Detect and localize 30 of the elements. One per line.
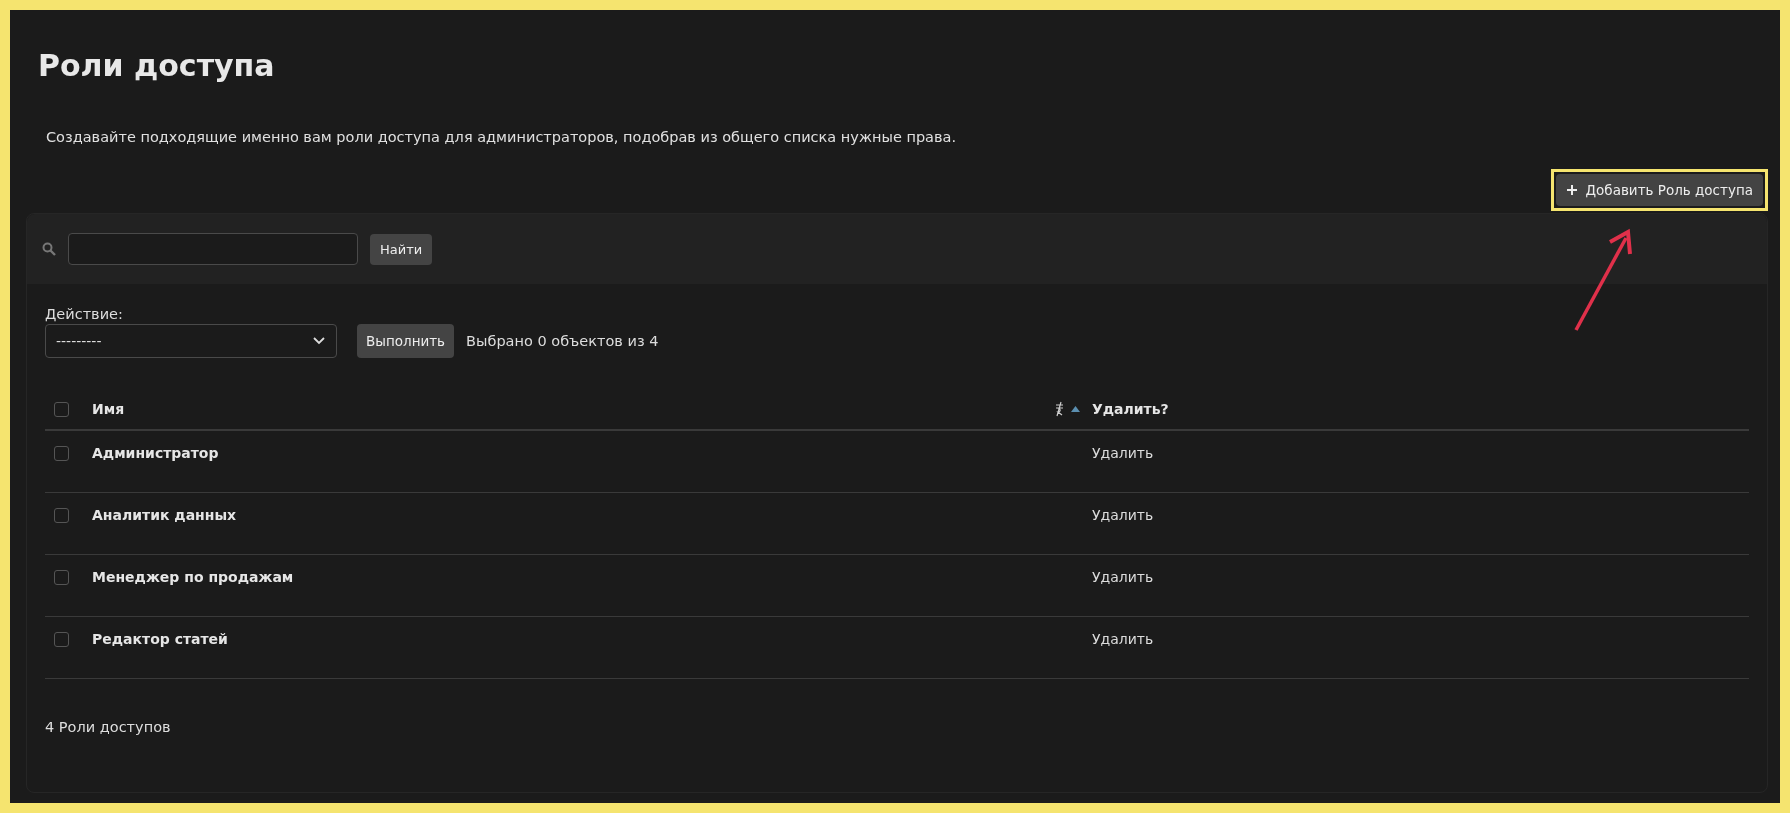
role-name-link[interactable]: Редактор статей (92, 630, 228, 647)
chevron-down-icon (312, 336, 326, 346)
add-role-button[interactable]: Добавить Роль доступа (1555, 174, 1763, 206)
column-header[interactable]: Имя (92, 400, 125, 417)
select-all-checkbox[interactable] (54, 402, 69, 417)
selection-count: Выбрано 0 объектов из 4 (466, 333, 659, 349)
page-title: Роли доступа (38, 48, 275, 83)
search-icon (42, 242, 56, 256)
search-button[interactable]: Найти (370, 233, 433, 265)
delete-link[interactable]: Удалить (1092, 506, 1154, 523)
plus-icon (1565, 184, 1578, 196)
result-count: 4 Роли доступов (45, 718, 171, 735)
role-name-link[interactable]: Менеджер по продажам (92, 568, 294, 585)
row-checkbox[interactable] (54, 569, 69, 585)
action-label: Действие: (45, 306, 123, 322)
delete-link[interactable]: Удалить (1092, 568, 1154, 585)
delete-link[interactable]: Удалить (1092, 630, 1154, 647)
search-field[interactable] (68, 233, 358, 265)
role-name-link[interactable]: Администратор (92, 445, 219, 461)
delete-link[interactable]: Удалить (1092, 445, 1154, 461)
row-checkbox[interactable] (54, 507, 69, 523)
row-checkbox[interactable] (54, 631, 69, 647)
column-header[interactable]: Удалить? (1092, 400, 1169, 417)
row-checkbox[interactable] (54, 446, 69, 461)
run-button[interactable]: Выполнить (357, 324, 455, 358)
action-select[interactable]: --------- (45, 324, 337, 358)
role-name-link[interactable]: Аналитик данных (92, 506, 237, 523)
sort-ascending-icon[interactable] (1071, 405, 1080, 412)
sort-priority-icon[interactable] (1055, 400, 1064, 417)
page-description: Создавайте подходящие именно вам роли доступа для администраторов, подобрав из общего списка нужные права. (46, 129, 957, 145)
